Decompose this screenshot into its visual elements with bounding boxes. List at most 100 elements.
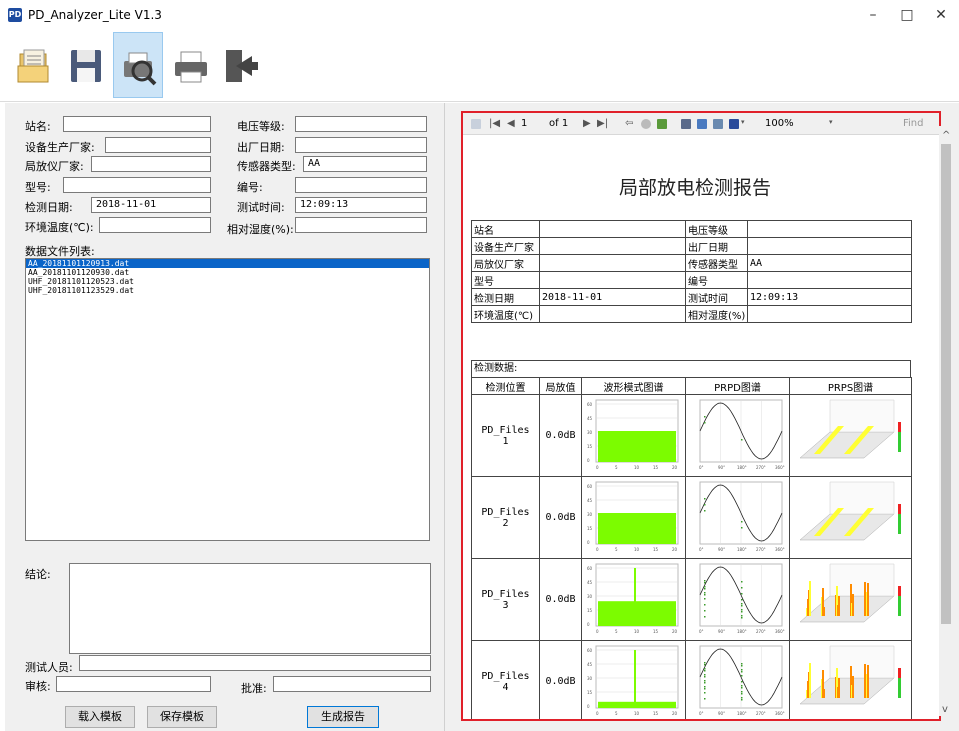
- refresh-icon[interactable]: [657, 119, 667, 129]
- page-input[interactable]: 1: [521, 118, 527, 129]
- prpd-point: [703, 592, 705, 594]
- prpd-point: [740, 681, 742, 683]
- tester-field[interactable]: [79, 655, 431, 671]
- print-preview-button[interactable]: [113, 32, 163, 98]
- last-page-icon[interactable]: ▶|: [597, 118, 608, 129]
- prpd-point: [740, 699, 742, 701]
- prpd-chart: 0° 90° 180° 270° 360°: [699, 399, 784, 470]
- prev-page-icon[interactable]: ◀: [507, 118, 515, 129]
- x-tick-label: 15: [653, 465, 659, 470]
- pd-maker-field[interactable]: [91, 156, 211, 172]
- print-icon: [175, 51, 207, 83]
- print-button[interactable]: [166, 32, 216, 98]
- prpd-point: [703, 698, 705, 700]
- print-layout-icon[interactable]: [697, 119, 707, 129]
- load-template-button[interactable]: 载入模板: [65, 706, 135, 728]
- factory-date-field[interactable]: [295, 137, 427, 153]
- generate-report-button[interactable]: 生成报告: [307, 706, 379, 728]
- y-tick-label: 0: [587, 540, 590, 545]
- main-toolbar: [0, 30, 959, 102]
- approver-field[interactable]: [273, 676, 431, 692]
- prps-bar: [837, 596, 840, 616]
- x-tick-label: 10: [634, 629, 640, 634]
- maximize-button[interactable]: □: [890, 4, 924, 26]
- station-field[interactable]: [63, 116, 211, 132]
- prpd-point: [740, 599, 742, 601]
- test-date-field[interactable]: 2018-11-01: [91, 197, 211, 213]
- reviewer-field[interactable]: [56, 676, 211, 692]
- x-tick-label: 20: [672, 547, 678, 552]
- conclusion-textarea[interactable]: [69, 563, 431, 654]
- x-tick-label: 10: [634, 547, 640, 552]
- find-link[interactable]: Find: [903, 118, 924, 129]
- file-listbox[interactable]: AA_20181101120913.dat AA_20181101120930.…: [25, 258, 430, 541]
- serial-field[interactable]: [295, 177, 427, 193]
- x-tick-label: 270°: [756, 629, 766, 634]
- prps-floor: [798, 677, 895, 705]
- next-page-icon[interactable]: ▶: [583, 118, 591, 129]
- voltage-field[interactable]: [295, 116, 427, 132]
- y-tick-label: 15: [587, 690, 593, 695]
- prps-back-wall: [829, 563, 894, 597]
- prps-bar: [808, 663, 811, 698]
- viewer-scrollbar[interactable]: ^ v: [939, 126, 953, 716]
- prpd-point: [703, 686, 705, 688]
- prpd-point: [740, 593, 742, 595]
- export-icon[interactable]: [729, 119, 739, 129]
- zoom-dropdown-icon[interactable]: ▾: [829, 118, 833, 126]
- exit-button[interactable]: [216, 32, 266, 98]
- y-tick-label: 60: [587, 484, 593, 489]
- save-button[interactable]: [62, 32, 112, 98]
- first-page-icon[interactable]: |◀: [489, 118, 500, 129]
- x-tick-label: 90°: [718, 547, 725, 552]
- prps-bar: [822, 689, 825, 698]
- sensor-type-label: 传感器类型:: [237, 160, 296, 173]
- prps-chart: [798, 645, 901, 705]
- back-icon[interactable]: ⇦: [625, 118, 633, 129]
- info-value-cell: [539, 254, 686, 272]
- prpd-chart: 0° 90° 180° 270° 360°: [699, 563, 784, 634]
- save-template-button[interactable]: 保存模板: [147, 706, 217, 728]
- test-time-field[interactable]: 12:09:13: [295, 197, 427, 213]
- list-item[interactable]: AA_20181101120913.dat: [26, 259, 429, 268]
- x-tick-label: 10: [634, 465, 640, 470]
- table-row: PD_Files 4 0.0dB 60 45 30 15 0 0 5 10 15 20 0° 90° 180…: [471, 640, 912, 719]
- column-header: 波形模式图谱: [581, 377, 686, 395]
- prpd-point: [740, 521, 742, 523]
- info-label-cell: 测试时间: [685, 288, 748, 306]
- y-tick-label: 30: [587, 676, 593, 681]
- print-icon[interactable]: [681, 119, 691, 129]
- prpd-point: [740, 581, 742, 583]
- prps-floor: [798, 595, 895, 623]
- list-item[interactable]: AA_20181101120930.dat: [26, 268, 429, 277]
- open-button[interactable]: [10, 32, 60, 98]
- list-item[interactable]: UHF_20181101120523.dat: [26, 277, 429, 286]
- export-dropdown-icon[interactable]: ▾: [741, 118, 745, 126]
- temperature-field[interactable]: [99, 217, 211, 233]
- close-button[interactable]: ✕: [924, 4, 958, 26]
- zoom-select[interactable]: 100%: [765, 118, 794, 129]
- color-scale-top: [897, 586, 901, 596]
- page-setup-icon[interactable]: [713, 119, 723, 129]
- prpd-point: [703, 664, 705, 666]
- waveform-chart: 60 45 30 15 0 0 5 10 15 20: [587, 481, 678, 552]
- x-tick-label: 15: [653, 547, 659, 552]
- prpd-point: [740, 671, 742, 673]
- x-tick-label: 5: [615, 629, 618, 634]
- equip-maker-field[interactable]: [105, 137, 211, 153]
- y-tick-label: 60: [587, 648, 593, 653]
- app-icon: PD: [8, 8, 22, 22]
- info-label-cell: 设备生产厂家: [471, 237, 540, 255]
- sensor-type-field[interactable]: AA: [303, 156, 427, 172]
- prpd-point: [703, 604, 705, 606]
- minimize-button[interactable]: –: [856, 4, 890, 26]
- stop-icon[interactable]: [641, 119, 651, 129]
- document-map-icon[interactable]: [471, 119, 481, 129]
- x-tick-label: 0°: [699, 465, 704, 470]
- prpd-point: [703, 670, 705, 672]
- list-item[interactable]: UHF_20181101123529.dat: [26, 286, 429, 295]
- column-header: PRPD图谱: [685, 377, 790, 395]
- humidity-field[interactable]: [295, 217, 427, 233]
- model-field[interactable]: [63, 177, 211, 193]
- y-tick-label: 15: [587, 444, 593, 449]
